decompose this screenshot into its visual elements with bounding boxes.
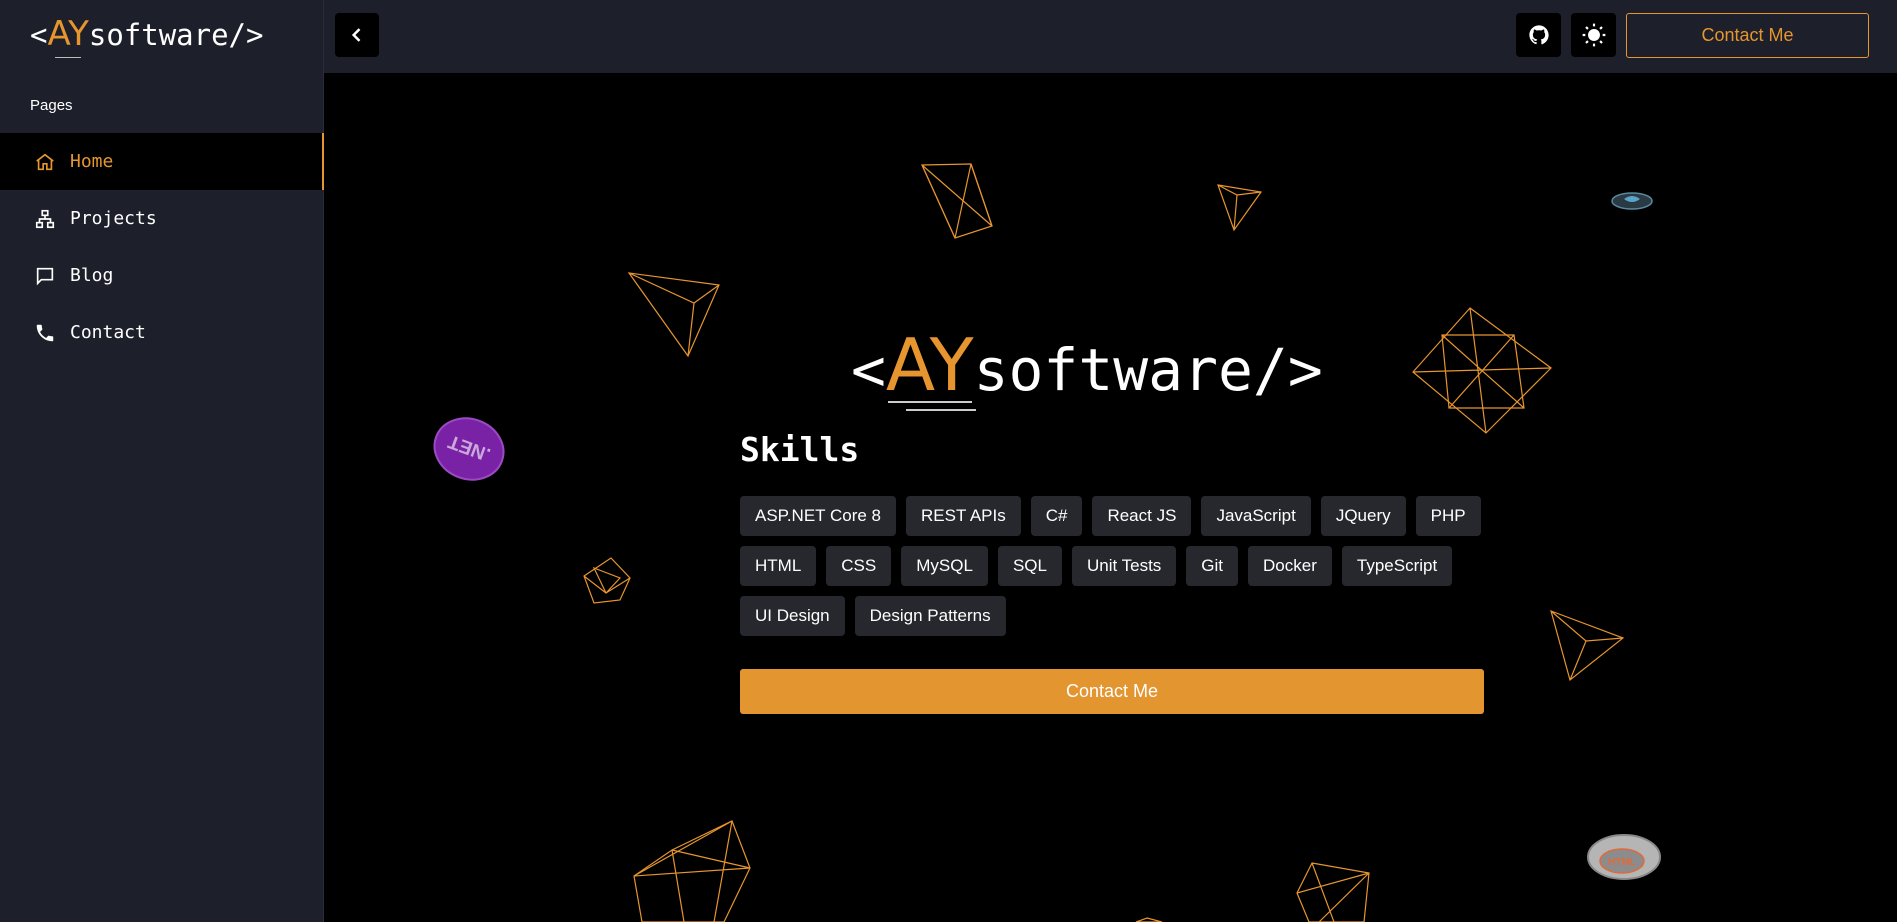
skill-chip: JQuery	[1320, 496, 1406, 536]
logo-brand: AY	[47, 14, 89, 54]
dotnet-badge: .NET	[433, 417, 505, 481]
logo-rest: software/>	[88, 18, 264, 52]
contact-me-header-button[interactable]: Contact Me	[1626, 13, 1869, 58]
sitemap-icon	[35, 209, 55, 228]
tetrahedron-shape	[1550, 610, 1625, 682]
skill-chip: Unit Tests	[1071, 546, 1177, 586]
skill-chip: CSS	[826, 546, 892, 586]
icosahedron-shape	[633, 820, 751, 922]
tetrahedron-shape	[627, 272, 720, 358]
sidebar-item-projects[interactable]: Projects	[0, 190, 324, 247]
collapse-sidebar-button[interactable]	[335, 13, 379, 57]
skills-list: ASP.NET Core 8 REST APIs C# React JS Jav…	[740, 496, 1500, 636]
skill-chip: Docker	[1248, 546, 1332, 586]
pyramid-shape	[1135, 917, 1163, 922]
pages-section-label: Pages	[30, 97, 73, 114]
hero-logo-brand: AY	[885, 323, 974, 407]
theme-toggle-button[interactable]	[1571, 13, 1616, 57]
sidebar-item-home[interactable]: Home	[0, 133, 324, 190]
dodecahedron-shape	[583, 557, 631, 604]
sidebar-item-label: Home	[70, 151, 114, 172]
html-badge: HTML	[1587, 834, 1661, 880]
html-badge-label: HTML	[1608, 857, 1636, 868]
octahedron-shape	[921, 163, 993, 239]
tetrahedron-shape	[1217, 184, 1263, 232]
skill-chip: React JS	[1092, 496, 1192, 536]
tailwind-badge	[1611, 192, 1653, 210]
sidebar-item-label: Blog	[70, 265, 114, 286]
top-bar: Contact Me	[324, 0, 1897, 73]
skill-chip: JavaScript	[1201, 496, 1311, 536]
skill-chip: C#	[1030, 496, 1083, 536]
skill-chip: TypeScript	[1341, 546, 1453, 586]
skill-chip: Git	[1186, 546, 1239, 586]
github-icon	[1528, 25, 1549, 45]
message-icon	[36, 267, 54, 285]
phone-icon	[36, 324, 54, 341]
skill-chip: UI Design	[740, 596, 845, 636]
sidebar-nav: Home Projects Blog Contact	[0, 133, 324, 361]
sidebar-item-label: Contact	[70, 322, 146, 343]
chevron-left-icon	[351, 28, 361, 42]
skill-chip: SQL	[997, 546, 1062, 586]
skill-chip: PHP	[1415, 496, 1481, 536]
skill-chip: HTML	[740, 546, 817, 586]
skill-chip: REST APIs	[906, 496, 1021, 536]
sidebar-item-blog[interactable]: Blog	[0, 247, 324, 304]
hero-logo: <AYsoftware/>	[851, 323, 1323, 407]
sidebar: <AYsoftware/> Pages Home Projects Blog C…	[0, 0, 324, 922]
sidebar-logo[interactable]: <AYsoftware/>	[30, 14, 263, 54]
main-content: .NET HTML <AYsoftware/> Skills ASP.NET C…	[324, 73, 1897, 922]
skills-heading: Skills	[740, 430, 860, 469]
sidebar-item-contact[interactable]: Contact	[0, 304, 324, 361]
skill-chip: Design Patterns	[854, 596, 1006, 636]
github-button[interactable]	[1516, 13, 1561, 57]
contact-me-button[interactable]: Contact Me	[740, 669, 1484, 714]
logo-open-bracket: <	[30, 18, 48, 52]
icosahedron-shape	[1296, 862, 1370, 922]
sidebar-item-label: Projects	[70, 208, 157, 229]
sun-icon	[1582, 23, 1605, 47]
hero-logo-rest: software/>	[973, 336, 1323, 404]
skill-chip: ASP.NET Core 8	[740, 496, 896, 536]
icosahedron-shape	[1412, 307, 1552, 434]
skill-chip: MySQL	[901, 546, 988, 586]
home-icon	[36, 153, 54, 170]
hero-logo-open-bracket: <	[851, 336, 886, 404]
